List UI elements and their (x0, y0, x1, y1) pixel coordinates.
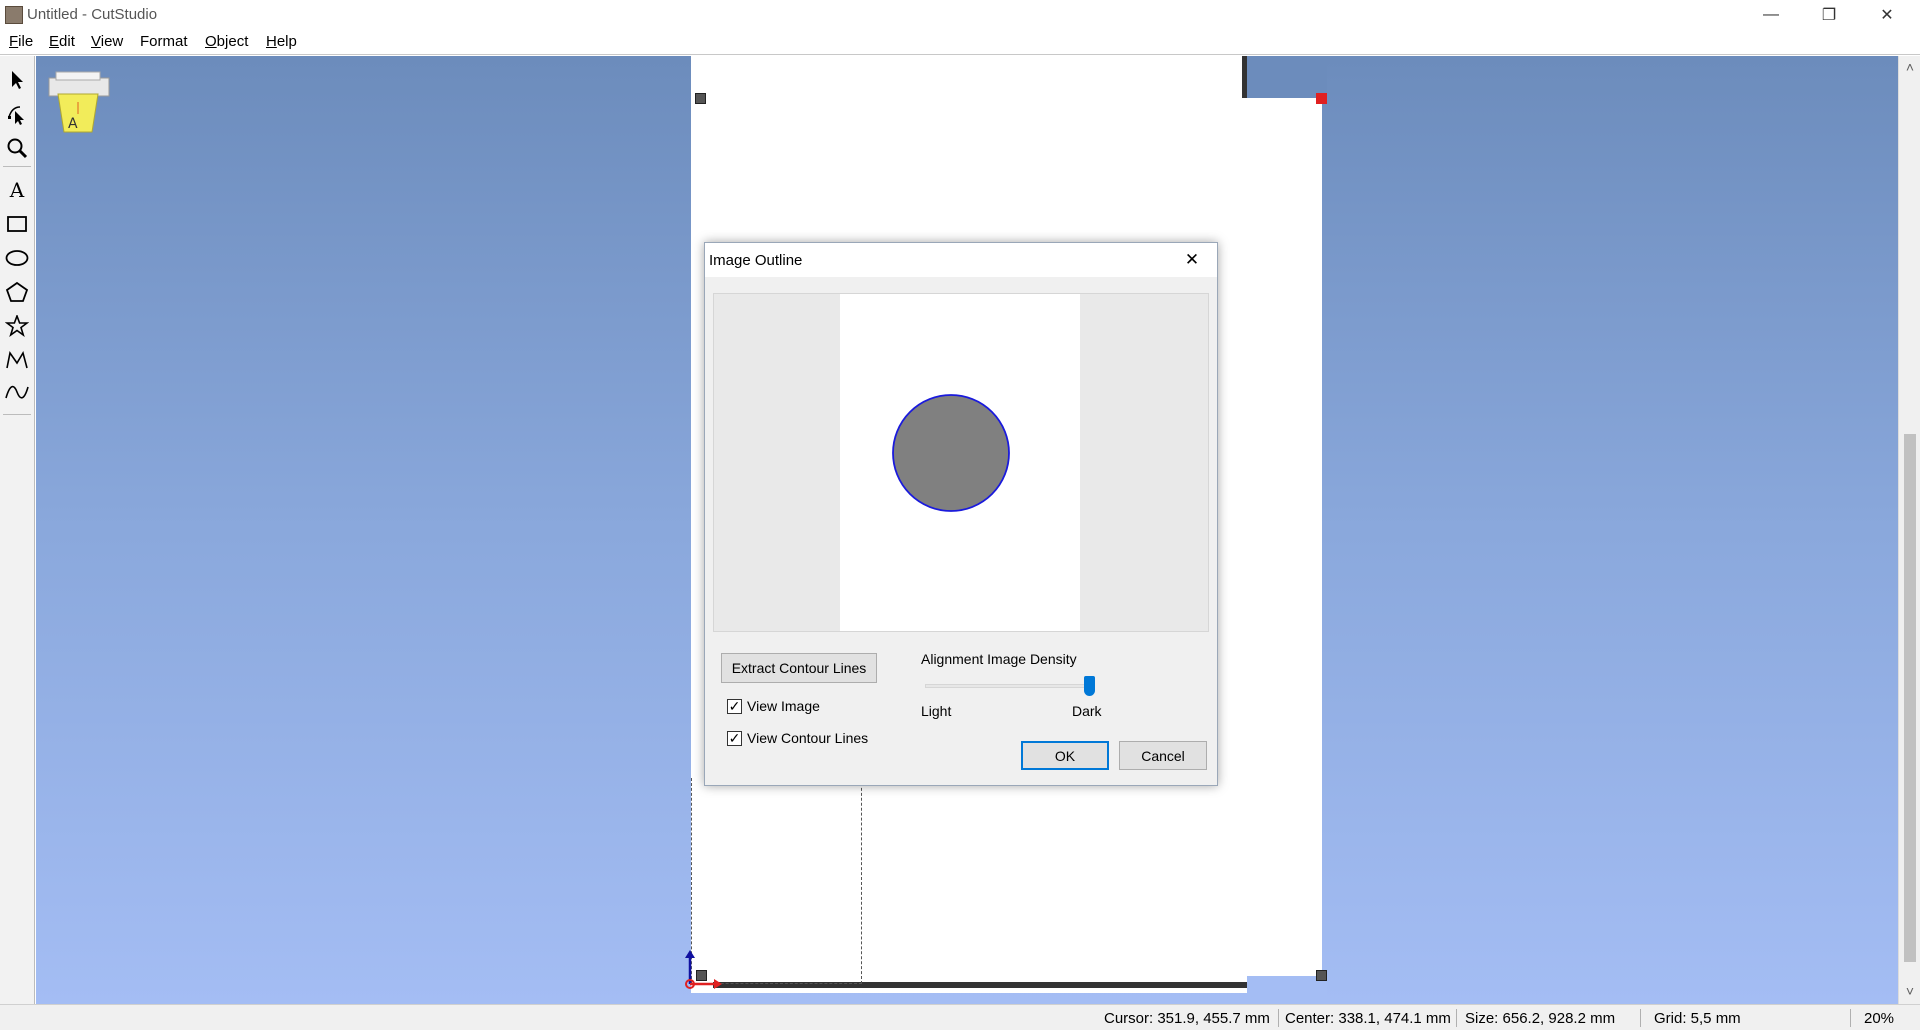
status-divider (1640, 1009, 1641, 1027)
text-a-icon: A (9, 178, 25, 202)
density-dark-label: Dark (1072, 703, 1102, 719)
preview-circle (892, 394, 1010, 512)
polyline-icon (6, 350, 28, 369)
dialog-close-button[interactable]: ✕ (1167, 243, 1217, 277)
app-icon (5, 6, 23, 24)
restore-button[interactable]: ❐ (1800, 0, 1858, 29)
cursor-position: Cursor: 351.9, 455.7 mm (1104, 1010, 1270, 1027)
menu-object[interactable]: Object (205, 33, 248, 50)
freehand-tool[interactable] (3, 378, 31, 406)
ellipse-icon (5, 250, 29, 266)
toolbox-separator (3, 166, 31, 167)
menu-file[interactable]: File (9, 33, 33, 50)
status-divider (1850, 1009, 1851, 1027)
selection-handle[interactable] (695, 93, 706, 104)
page-cut-corner (1247, 56, 1327, 98)
toolbox-separator (3, 414, 31, 415)
check-icon[interactable]: ✓ (727, 730, 742, 746)
pentagon-icon (5, 281, 29, 302)
polyline-tool[interactable] (3, 346, 31, 374)
check-icon[interactable]: ✓ (727, 698, 742, 714)
selection-handle-red[interactable] (1316, 93, 1327, 104)
title-bar: Untitled - CutStudio — ❐ ✕ (0, 0, 1920, 29)
extract-contour-lines-button[interactable]: Extract Contour Lines (721, 653, 877, 683)
vertical-scrollbar[interactable]: ˄ ˅ (1898, 56, 1920, 1004)
menu-edit[interactable]: Edit (49, 33, 75, 50)
selection-handle[interactable] (1316, 970, 1327, 981)
arrow-cursor-icon (12, 71, 23, 89)
window-title: Untitled - CutStudio (27, 6, 158, 23)
curve-icon (5, 385, 29, 399)
density-label: Alignment Image Density (921, 651, 1077, 667)
star-icon (5, 315, 29, 337)
page-bottom-cut (1247, 976, 1327, 1004)
object-size: Size: 656.2, 928.2 mm (1465, 1010, 1616, 1027)
select-tool[interactable] (3, 66, 31, 94)
page-right-cover (1322, 56, 1362, 1004)
zoom-tool[interactable] (3, 134, 31, 162)
density-light-label: Light (921, 703, 952, 719)
scroll-down-icon[interactable]: ˅ (1903, 984, 1917, 998)
status-divider (1278, 1009, 1279, 1027)
star-tool[interactable] (3, 312, 31, 340)
magnifier-icon (7, 138, 28, 159)
close-icon: ✕ (1880, 6, 1894, 24)
menu-bar: File Edit View Format Object Help (0, 29, 1920, 55)
ellipse-tool[interactable] (3, 244, 31, 272)
toolbox: A (0, 56, 35, 1004)
close-window-button[interactable]: ✕ (1858, 0, 1916, 29)
preview-page (840, 294, 1080, 631)
cutter-icon[interactable]: A (46, 68, 112, 134)
minimize-icon: — (1763, 5, 1779, 23)
ok-button[interactable]: OK (1021, 741, 1109, 770)
status-bar: Cursor: 351.9, 455.7 mm Center: 338.1, 4… (0, 1004, 1920, 1030)
image-outline-dialog: Image Outline ✕ Extract Contour Lines ✓ … (704, 242, 1218, 786)
density-slider-thumb[interactable] (1084, 676, 1095, 696)
origin-axes-icon (685, 950, 722, 989)
image-preview (713, 293, 1209, 632)
dialog-title: Image Outline (709, 252, 803, 269)
menu-format[interactable]: Format (140, 33, 188, 50)
scroll-up-icon[interactable]: ˄ (1903, 60, 1917, 74)
text-tool[interactable]: A (3, 176, 31, 204)
menu-help[interactable]: Help (266, 33, 297, 50)
scroll-thumb[interactable] (1904, 434, 1916, 962)
view-image-checkbox[interactable]: ✓ View Image (727, 698, 820, 714)
restore-icon: ❐ (1821, 6, 1837, 24)
density-slider-track[interactable] (925, 684, 1095, 688)
edit-points-tool[interactable] (3, 100, 31, 128)
rectangle-icon (7, 216, 27, 232)
svg-text:A: A (68, 116, 78, 132)
zoom-level: 20% (1864, 1010, 1895, 1027)
dialog-title-bar[interactable]: Image Outline ✕ (705, 243, 1217, 277)
polygon-tool[interactable] (3, 278, 31, 306)
rectangle-tool[interactable] (3, 210, 31, 238)
menu-view[interactable]: View (91, 33, 123, 50)
close-icon: ✕ (1184, 250, 1200, 269)
minimize-button[interactable]: — (1742, 0, 1800, 29)
center-position: Center: 338.1, 474.1 mm (1285, 1010, 1451, 1027)
cancel-button[interactable]: Cancel (1119, 741, 1207, 770)
node-edit-icon (8, 106, 24, 125)
view-image-label: View Image (747, 698, 820, 714)
grid-size: Grid: 5,5 mm (1654, 1010, 1741, 1027)
view-contour-lines-checkbox[interactable]: ✓ View Contour Lines (727, 730, 868, 746)
status-divider (1456, 1009, 1457, 1027)
view-contour-lines-label: View Contour Lines (747, 730, 869, 746)
